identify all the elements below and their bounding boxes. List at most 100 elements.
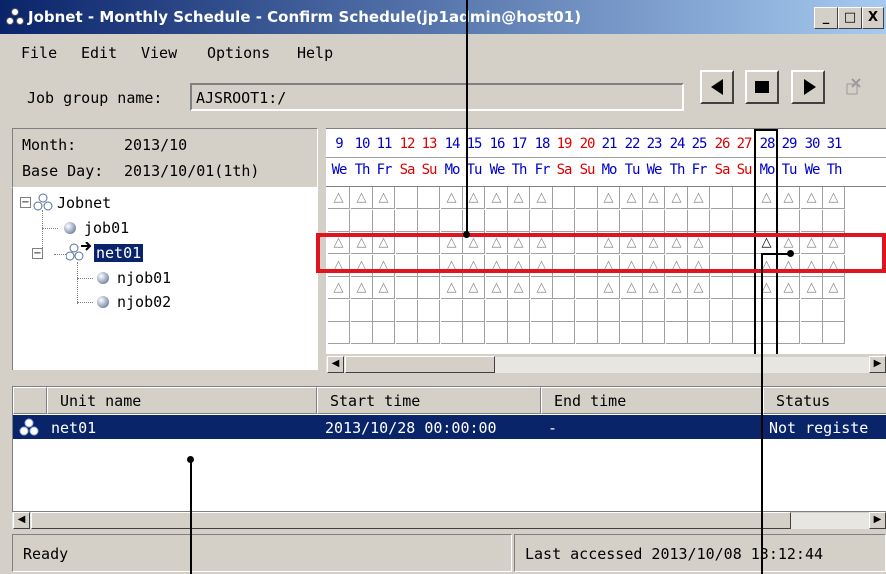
schedule-cell[interactable] [463,300,485,322]
schedule-cell[interactable] [666,210,688,232]
schedule-cell[interactable] [418,300,440,322]
schedule-cell[interactable]: △ [643,277,665,299]
schedule-cell[interactable] [688,210,710,232]
schedule-cell[interactable] [553,322,575,344]
schedule-cell[interactable] [823,322,845,344]
schedule-cell[interactable]: △ [688,277,710,299]
schedule-cell[interactable] [711,322,733,344]
calendar-day-number[interactable]: 11 [373,136,395,152]
schedule-cell[interactable] [351,322,373,344]
schedule-cell[interactable] [733,300,755,322]
schedule-cell[interactable] [666,322,688,344]
schedule-cell[interactable]: △ [823,277,845,299]
schedule-cell[interactable]: △ [441,187,463,209]
schedule-cell[interactable] [328,210,350,232]
schedule-cell[interactable]: △ [328,187,350,209]
schedule-cell[interactable] [621,300,643,322]
schedule-cell[interactable] [576,210,598,232]
schedule-cell[interactable] [733,322,755,344]
calendar-day-number[interactable]: 27 [733,136,755,152]
schedule-cell[interactable] [463,322,485,344]
schedule-cell[interactable] [778,300,800,322]
scroll-left-button[interactable]: ◀ [327,356,344,373]
schedule-cell[interactable] [418,210,440,232]
schedule-cell[interactable]: △ [778,277,800,299]
tree-item-njob01[interactable]: njob01 [117,269,171,287]
schedule-cell[interactable]: △ [351,187,373,209]
schedule-cell[interactable] [643,210,665,232]
schedule-cell[interactable] [823,210,845,232]
schedule-cell[interactable]: △ [621,187,643,209]
calendar-day-number[interactable]: 13 [418,136,440,152]
schedule-cell[interactable] [576,187,598,209]
menu-view[interactable]: View [141,44,177,62]
schedule-cell[interactable]: △ [486,277,508,299]
calendar-day-number[interactable]: 22 [621,136,643,152]
schedule-cell[interactable]: △ [598,277,620,299]
schedule-cell[interactable] [801,300,823,322]
list-scroll-thumb[interactable] [31,512,791,529]
schedule-cell[interactable] [621,322,643,344]
calendar-scroll-thumb[interactable] [345,356,495,373]
schedule-cell[interactable]: △ [531,277,553,299]
schedule-cell[interactable] [711,187,733,209]
schedule-cell[interactable]: △ [688,187,710,209]
calendar-day-number[interactable]: 10 [351,136,373,152]
schedule-cell[interactable] [733,187,755,209]
schedule-cell[interactable] [733,210,755,232]
schedule-cell[interactable]: △ [801,277,823,299]
schedule-cell[interactable] [396,187,418,209]
schedule-cell[interactable]: △ [778,187,800,209]
schedule-cell[interactable] [373,300,395,322]
collapse-jobnet-toggle[interactable]: − [20,197,31,208]
schedule-cell[interactable] [778,322,800,344]
schedule-cell[interactable]: △ [373,277,395,299]
schedule-cell[interactable] [328,300,350,322]
schedule-cell[interactable] [598,210,620,232]
column-header-start-time[interactable]: Start time [317,387,541,414]
menu-edit[interactable]: Edit [81,44,117,62]
schedule-cell[interactable] [508,300,530,322]
menu-file[interactable]: File [21,44,57,62]
calendar-day-number[interactable]: 16 [486,136,508,152]
calendar-day-number[interactable]: 18 [531,136,553,152]
schedule-cell[interactable] [396,300,418,322]
schedule-cell[interactable] [396,277,418,299]
close-button[interactable]: X [862,7,884,29]
tree-item-njob02[interactable]: njob02 [117,293,171,311]
list-scroll-right-button[interactable]: ▶ [869,512,886,529]
schedule-cell[interactable] [553,277,575,299]
schedule-cell[interactable] [531,210,553,232]
schedule-cell[interactable] [621,210,643,232]
schedule-cell[interactable] [576,322,598,344]
schedule-cell[interactable] [643,300,665,322]
schedule-cell[interactable]: △ [801,187,823,209]
calendar-day-number[interactable]: 29 [778,136,800,152]
schedule-cell[interactable] [351,300,373,322]
calendar-day-number[interactable]: 21 [598,136,620,152]
schedule-cell[interactable] [576,300,598,322]
scroll-right-button[interactable]: ▶ [869,356,886,373]
schedule-cell[interactable] [508,210,530,232]
schedule-cell[interactable] [418,277,440,299]
disabled-action-button[interactable] [836,70,870,104]
schedule-cell[interactable] [598,322,620,344]
stop-button[interactable] [745,70,779,104]
schedule-cell[interactable] [441,322,463,344]
previous-button[interactable] [700,70,734,104]
calendar-day-number[interactable]: 24 [666,136,688,152]
schedule-cell[interactable]: △ [328,277,350,299]
schedule-cell[interactable] [328,322,350,344]
schedule-cell[interactable] [688,322,710,344]
calendar-day-number[interactable]: 19 [553,136,575,152]
schedule-cell[interactable] [801,322,823,344]
schedule-cell[interactable] [711,277,733,299]
schedule-cell[interactable] [486,300,508,322]
tree-item-job01[interactable]: job01 [84,219,129,237]
column-header-end-time[interactable]: End time [541,387,763,414]
menu-options[interactable]: Options [207,44,270,62]
calendar-day-number[interactable]: 20 [576,136,598,152]
schedule-cell[interactable] [486,210,508,232]
schedule-cell[interactable]: △ [373,187,395,209]
calendar-day-number[interactable]: 30 [801,136,823,152]
